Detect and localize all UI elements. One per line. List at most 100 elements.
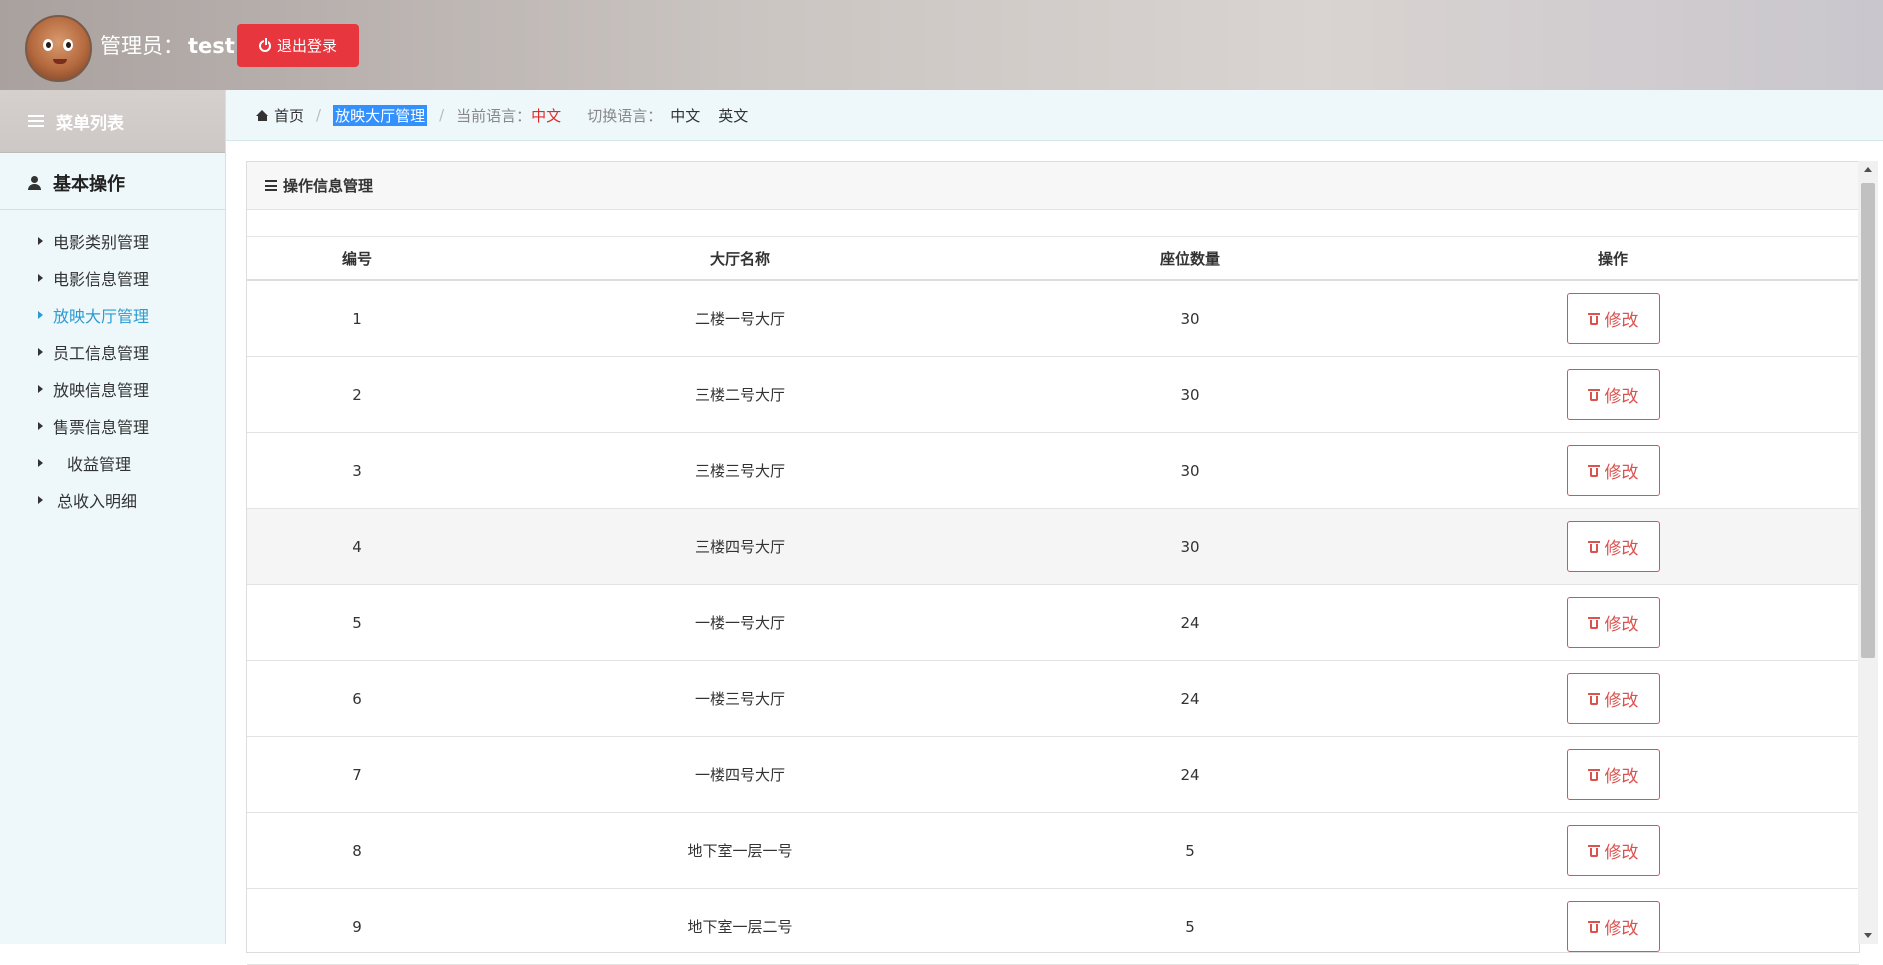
scroll-up-arrow-icon[interactable]: [1864, 167, 1872, 172]
table-row: 7 一楼四号大厅 24 修改: [247, 736, 1859, 813]
lang-option-english[interactable]: 英文: [718, 105, 748, 126]
current-language-label: 当前语言：: [456, 106, 532, 125]
home-icon: [256, 109, 269, 121]
table-row: 3 三楼三号大厅 30 修改: [247, 432, 1859, 509]
edit-button[interactable]: 修改: [1566, 445, 1660, 496]
edit-label: 修改: [1604, 539, 1639, 559]
trash-icon: [1587, 540, 1600, 553]
edit-label: 修改: [1604, 919, 1639, 939]
table-row: 1 二楼一号大厅 30 修改: [247, 280, 1859, 357]
cell-hall-name: 二楼一号大厅: [467, 280, 1013, 357]
breadcrumb-current: 放映大厅管理: [333, 104, 428, 126]
breadcrumb-home[interactable]: 首页: [274, 105, 304, 126]
cell-actions: 修改: [1367, 584, 1859, 661]
edit-label: 修改: [1604, 463, 1639, 483]
admin-username: test: [188, 34, 235, 58]
cell-hall-name: 一楼三号大厅: [467, 660, 1013, 737]
cell-actions: 修改: [1367, 356, 1859, 433]
cell-seat-count: 24: [1013, 584, 1367, 661]
cell-seat-count: 30: [1013, 432, 1367, 509]
table-row: 9 地下室一层二号 5 修改: [247, 888, 1859, 965]
sidebar-item-label: 电影类别管理: [53, 232, 150, 252]
cell-actions: 修改: [1367, 660, 1859, 737]
sidebar-item-hall-management[interactable]: 放映大厅管理: [0, 296, 225, 333]
breadcrumb-separator: /: [439, 106, 445, 124]
power-icon: [258, 37, 271, 52]
cell-id: 7: [247, 736, 467, 813]
sidebar-item-staff-info[interactable]: 员工信息管理: [0, 333, 225, 370]
cell-actions: 修改: [1367, 812, 1859, 889]
caret-right-icon: [38, 347, 43, 356]
table-row: 8 地下室一层一号 5 修改: [247, 812, 1859, 889]
caret-right-icon: [38, 236, 43, 245]
cell-seat-count: 30: [1013, 356, 1367, 433]
sidebar-item-label: 售票信息管理: [53, 417, 150, 437]
switch-language-label: 切换语言：: [587, 106, 663, 125]
top-header: 管理员： test 退出登录: [0, 0, 1883, 90]
column-header-actions: 操作: [1367, 237, 1859, 281]
sidebar-item-revenue[interactable]: 收益管理: [0, 444, 225, 481]
sidebar-item-income-details[interactable]: 总收入明细: [0, 481, 225, 518]
sidebar-item-movie-info[interactable]: 电影信息管理: [0, 259, 225, 296]
sidebar-item-label: 放映大厅管理: [53, 306, 150, 326]
edit-button[interactable]: 修改: [1566, 597, 1660, 648]
breadcrumb-separator: /: [316, 106, 322, 124]
hall-info-panel: 操作信息管理 编号 大厅名称 座位数量 操作 1 二楼一号大厅 30 修改 2 三楼二号大…: [246, 161, 1860, 965]
hall-table: 编号 大厅名称 座位数量 操作 1 二楼一号大厅 30 修改 2 三楼二号大厅 30 修改 3 三…: [247, 237, 1859, 965]
sidebar-item-movie-category[interactable]: 电影类别管理: [0, 222, 225, 259]
table-header-row: 编号 大厅名称 座位数量 操作: [247, 237, 1859, 281]
edit-button[interactable]: 修改: [1566, 825, 1660, 876]
cell-id: 5: [247, 584, 467, 661]
cell-actions: 修改: [1367, 280, 1859, 357]
list-icon: [28, 115, 44, 127]
trash-icon: [1587, 312, 1600, 325]
sidebar-item-label: 员工信息管理: [53, 343, 150, 363]
sidebar-item-label: 放映信息管理: [53, 380, 150, 400]
cell-hall-name: 一楼一号大厅: [467, 584, 1013, 661]
current-language-value: 中文: [531, 106, 562, 125]
cell-seat-count: 24: [1013, 736, 1367, 813]
cell-id: 8: [247, 812, 467, 889]
vertical-scrollbar[interactable]: [1858, 161, 1878, 944]
trash-icon: [1587, 388, 1600, 401]
panel-heading: 操作信息管理: [247, 162, 1859, 210]
lang-option-chinese[interactable]: 中文: [670, 105, 700, 126]
cell-id: 6: [247, 660, 467, 737]
cell-actions: 修改: [1367, 736, 1859, 813]
edit-button[interactable]: 修改: [1566, 521, 1660, 572]
bars-icon: [265, 180, 277, 191]
edit-button[interactable]: 修改: [1566, 293, 1660, 344]
caret-right-icon: [38, 310, 43, 319]
table-row: 5 一楼一号大厅 24 修改: [247, 584, 1859, 661]
panel-title: 操作信息管理: [283, 177, 374, 195]
scroll-down-arrow-icon[interactable]: [1864, 933, 1872, 938]
cell-hall-name: 一楼四号大厅: [467, 736, 1013, 813]
caret-right-icon: [38, 421, 43, 430]
edit-label: 修改: [1604, 767, 1639, 787]
cell-seat-count: 5: [1013, 812, 1367, 889]
scrollbar-thumb[interactable]: [1861, 183, 1875, 658]
edit-button[interactable]: 修改: [1566, 749, 1660, 800]
admin-label: 管理员：: [100, 34, 184, 58]
menu-title: 菜单列表: [56, 113, 124, 134]
sidebar-item-ticket-sales[interactable]: 售票信息管理: [0, 407, 225, 444]
trash-icon: [1587, 844, 1600, 857]
column-header-seat-count: 座位数量: [1013, 237, 1367, 281]
table-row: 2 三楼二号大厅 30 修改: [247, 356, 1859, 433]
logout-label: 退出登录: [276, 37, 337, 55]
cell-id: 1: [247, 280, 467, 357]
edit-button[interactable]: 修改: [1566, 901, 1660, 952]
trash-icon: [1587, 616, 1600, 629]
trash-icon: [1587, 920, 1600, 933]
caret-right-icon: [38, 384, 43, 393]
edit-label: 修改: [1604, 311, 1639, 331]
edit-button[interactable]: 修改: [1566, 673, 1660, 724]
logout-button[interactable]: 退出登录: [237, 24, 359, 67]
edit-label: 修改: [1604, 615, 1639, 635]
section-basic-ops[interactable]: 基本操作: [0, 157, 225, 210]
cell-id: 3: [247, 432, 467, 509]
trash-icon: [1587, 464, 1600, 477]
edit-button[interactable]: 修改: [1566, 369, 1660, 420]
cell-actions: 修改: [1367, 888, 1859, 965]
sidebar-item-screening-info[interactable]: 放映信息管理: [0, 370, 225, 407]
